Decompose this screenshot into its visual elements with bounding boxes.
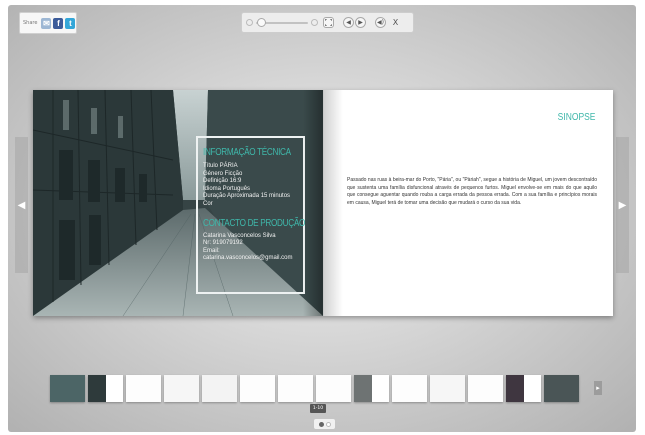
- technical-info-line: Definição 16:9: [203, 178, 242, 185]
- thumbnail-next-button[interactable]: ▸: [594, 381, 602, 395]
- contact-list: Catarina Vasconcelos Silva Nr: 919079192…: [203, 233, 298, 263]
- technical-info-line: Duração Aproximada 15 minutos: [203, 193, 291, 200]
- synopsis-text: Passado nas ruas à beira-mar do Porto, "…: [347, 177, 597, 206]
- share-label: Share: [23, 20, 38, 26]
- thumbnail[interactable]: [430, 375, 465, 402]
- technical-info-line: Idioma Português: [203, 185, 251, 192]
- book: INFORMAÇÃO TÉCNICA Título PÁRIA Género F…: [33, 90, 613, 316]
- contact-line: Email:: [203, 247, 220, 254]
- thumbnail[interactable]: [50, 375, 85, 402]
- sound-button[interactable]: ◀): [375, 17, 386, 28]
- close-button[interactable]: X: [390, 17, 401, 28]
- facebook-icon[interactable]: f: [53, 17, 64, 29]
- info-box: INFORMAÇÃO TÉCNICA Título PÁRIA Género F…: [196, 136, 305, 294]
- thumbnail-strip: [50, 375, 610, 403]
- thumbnail[interactable]: [88, 375, 123, 402]
- thumbnail[interactable]: [506, 375, 541, 402]
- contact-line: Catarina Vasconcelos Silva: [203, 232, 276, 239]
- technical-info-list: Título PÁRIA Género Ficção Definição 16:…: [203, 163, 298, 209]
- toolbar: ◀ ▶ ◀) X: [241, 12, 414, 33]
- pager-dot-active[interactable]: [318, 421, 324, 427]
- technical-info-title: INFORMAÇÃO TÉCNICA: [203, 147, 291, 158]
- fullscreen-icon: [325, 19, 332, 26]
- technical-info-line: Género Ficção: [203, 170, 243, 177]
- thumbnail[interactable]: [392, 375, 427, 402]
- thumbnail[interactable]: [278, 375, 313, 402]
- pager-dot[interactable]: [325, 421, 331, 427]
- thumbnail[interactable]: [316, 375, 351, 402]
- thumbnail[interactable]: [468, 375, 503, 402]
- mail-icon[interactable]: ✉: [41, 17, 52, 29]
- contact-line: Nr: 919079192: [203, 240, 243, 247]
- contact-line: catarina.vasconcelos@gmail.com: [203, 255, 293, 262]
- pager: [314, 419, 335, 429]
- thumbnail[interactable]: [544, 375, 579, 402]
- technical-info-line: Título PÁRIA: [203, 163, 238, 169]
- next-page-button[interactable]: ▶: [355, 17, 366, 28]
- zoom-out-icon[interactable]: [246, 19, 253, 26]
- left-page[interactable]: INFORMAÇÃO TÉCNICA Título PÁRIA Género F…: [33, 90, 323, 316]
- right-page[interactable]: SINOPSE Passado nas ruas à beira-mar do …: [323, 90, 613, 316]
- thumbnail[interactable]: [202, 375, 237, 402]
- thumbnail[interactable]: [126, 375, 161, 402]
- twitter-icon[interactable]: t: [65, 17, 76, 29]
- fullscreen-button[interactable]: [323, 17, 334, 28]
- thumbnail[interactable]: [164, 375, 199, 402]
- synopsis-title: SINOPSE: [557, 112, 595, 123]
- prev-arrow[interactable]: ◀: [15, 137, 28, 273]
- technical-info-line: Cor: [203, 200, 213, 207]
- share-bar: Share ✉ f t: [19, 12, 77, 34]
- book-spine: [303, 90, 343, 316]
- prev-page-button[interactable]: ◀: [343, 17, 354, 28]
- page-range-tooltip: 1-10: [310, 404, 326, 413]
- next-arrow[interactable]: ▶: [616, 137, 629, 273]
- zoom-slider-handle[interactable]: [256, 18, 266, 27]
- contact-title: CONTACTO DE PRODUÇÃO: [203, 217, 306, 229]
- zoom-in-icon[interactable]: [311, 19, 318, 26]
- flipbook-viewer: Share ✉ f t ◀ ▶ ◀) X ◀ ▶ INFORMAÇÃO TÉCN…: [8, 5, 636, 432]
- thumbnail[interactable]: [354, 375, 389, 402]
- thumbnail[interactable]: [240, 375, 275, 402]
